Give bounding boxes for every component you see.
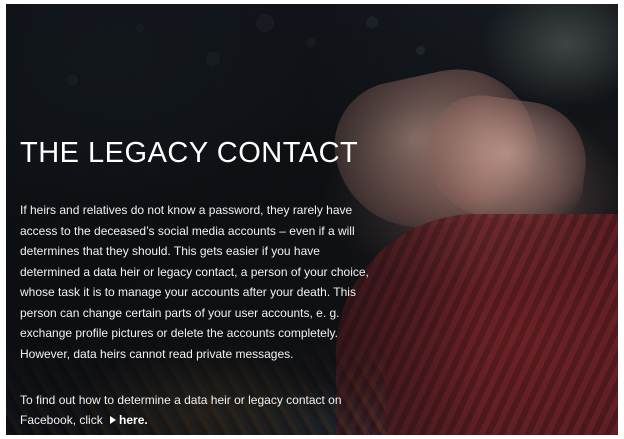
here-link[interactable]: here. bbox=[106, 413, 148, 427]
here-link-label: here. bbox=[119, 413, 148, 427]
body-paragraph: If heirs and relatives do not know a pas… bbox=[20, 203, 369, 361]
cta-text: To find out how to determine a data heir… bbox=[20, 393, 342, 427]
play-arrow-icon bbox=[110, 416, 117, 424]
slide-frame: THE LEGACY CONTACT If heirs and relative… bbox=[6, 4, 618, 435]
cta-paragraph: To find out how to determine a data heir… bbox=[20, 390, 370, 430]
page-title: THE LEGACY CONTACT bbox=[20, 137, 359, 169]
